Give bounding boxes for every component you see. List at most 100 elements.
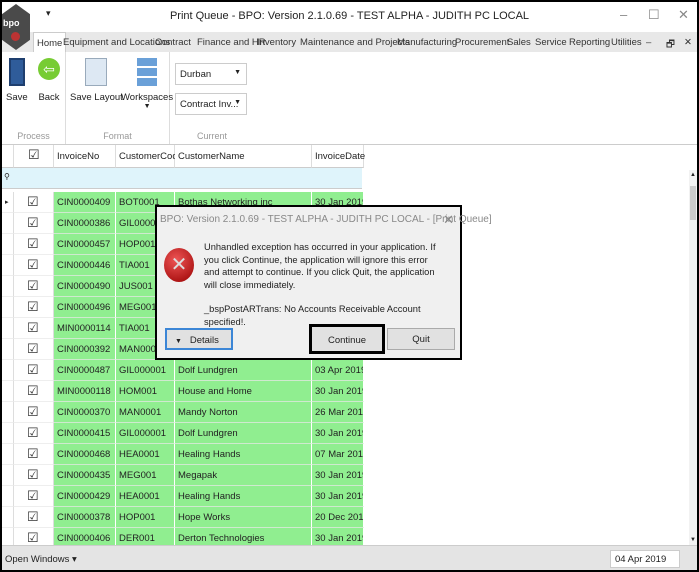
cell-invoice-date: 26 Mar 2018 <box>312 402 364 423</box>
table-row[interactable]: ☑ CIN0000429 HEA0001 Healing Hands 30 Jan 20… <box>2 486 364 507</box>
column-header-invoice-date[interactable]: InvoiceDate <box>312 145 365 168</box>
row-checkbox[interactable]: ☑ <box>14 255 54 276</box>
details-label: Details <box>189 335 219 346</box>
dialog-message: Unhandled exception has occurred in your… <box>204 241 444 328</box>
view-dropdown[interactable]: Contract Inv... ▼ <box>175 93 247 115</box>
workspaces-button[interactable]: Workspaces ▼ <box>121 58 173 110</box>
continue-label: Continue <box>327 335 367 346</box>
table-row[interactable]: ☑ CIN0000370 MAN0001 Mandy Norton 26 Mar 201… <box>2 402 364 423</box>
table-row[interactable]: ☑ CIN0000415 GIL000001 Dolf Lundgren 30 Jan … <box>2 423 364 444</box>
cell-customer-name: Hope Works <box>175 507 312 528</box>
ribbon-close[interactable]: ✕ <box>684 37 692 48</box>
row-indicator <box>2 402 14 423</box>
cell-customer-name: Mandy Norton <box>175 402 312 423</box>
cell-customer-code: GIL000001 <box>116 423 175 444</box>
row-checkbox[interactable]: ☑ <box>14 192 54 213</box>
vertical-scrollbar[interactable]: ▲ ▼ <box>689 170 697 545</box>
quick-access-menu[interactable]: ▾ <box>46 8 51 19</box>
tab-sales[interactable]: Sales <box>507 37 531 48</box>
dialog-close-button[interactable]: ✕ <box>443 212 454 228</box>
tab-inventory[interactable]: Inventory <box>257 37 296 48</box>
maximize-button[interactable]: ☐ <box>648 7 660 23</box>
error-dialog: BPO: Version 2.1.0.69 - TEST ALPHA - JUD… <box>155 205 492 360</box>
filter-icon: ⚲ <box>4 172 10 181</box>
row-indicator <box>2 234 14 255</box>
row-checkbox[interactable]: ☑ <box>14 213 54 234</box>
ribbon-restore[interactable]: 🗗 <box>666 37 675 53</box>
cell-invoice-no: MIN0000118 <box>54 381 116 402</box>
row-indicator <box>2 486 14 507</box>
tab-procurement[interactable]: Procurement <box>455 37 509 48</box>
chevron-down-icon: ▼ <box>234 99 241 106</box>
dialog-title: BPO: Version 2.1.0.69 - TEST ALPHA - JUD… <box>160 214 492 225</box>
title-bar: Print Queue - BPO: Version 2.1.0.69 - TE… <box>2 2 697 32</box>
window-title: Print Queue - BPO: Version 2.1.0.69 - TE… <box>169 10 530 22</box>
ribbon-minimize[interactable]: – <box>646 37 651 48</box>
save-label: Save <box>6 92 28 103</box>
table-row[interactable]: ☑ CIN0000487 GIL000001 Dolf Lundgren 03 Apr … <box>2 360 364 381</box>
location-dropdown[interactable]: Durban ▼ <box>175 63 247 85</box>
cell-invoice-no: CIN0000378 <box>54 507 116 528</box>
row-checkbox[interactable]: ☑ <box>14 444 54 465</box>
save-layout-icon <box>85 58 108 86</box>
save-layout-button[interactable]: Save Layout <box>70 58 123 103</box>
column-header-invoice-no[interactable]: InvoiceNo <box>54 145 116 168</box>
tab-reporting[interactable]: Reporting <box>569 37 610 48</box>
row-checkbox[interactable]: ☑ <box>14 360 54 381</box>
row-checkbox[interactable]: ☑ <box>14 402 54 423</box>
cell-invoice-no: CIN0000457 <box>54 234 116 255</box>
row-checkbox[interactable]: ☑ <box>14 507 54 528</box>
table-row[interactable]: ☑ MIN0000118 HOM001 House and Home 30 Jan 20… <box>2 381 364 402</box>
cell-invoice-no: CIN0000409 <box>54 192 116 213</box>
tab-manufacturing[interactable]: Manufacturing <box>397 37 457 48</box>
cell-customer-name: Healing Hands <box>175 444 312 465</box>
cell-invoice-no: CIN0000446 <box>54 255 116 276</box>
row-checkbox[interactable]: ☑ <box>14 297 54 318</box>
error-message: Unhandled exception has occurred in your… <box>204 242 436 290</box>
row-checkbox[interactable]: ☑ <box>14 381 54 402</box>
tab-contract[interactable]: Contract <box>155 37 191 48</box>
quit-button[interactable]: Quit <box>387 328 455 350</box>
table-row[interactable]: ☑ CIN0000435 MEG001 Megapak 30 Jan 2019 <box>2 465 364 486</box>
row-checkbox[interactable]: ☑ <box>14 318 54 339</box>
row-checkbox[interactable]: ☑ <box>14 486 54 507</box>
status-bar: Open Windows ▾ 04 Apr 2019 <box>2 545 697 570</box>
details-button[interactable]: ▼ Details <box>165 328 233 350</box>
continue-button[interactable]: Continue <box>309 324 385 354</box>
tab-finance-and-hr[interactable]: Finance and HR <box>197 37 266 48</box>
row-checkbox[interactable]: ☑ <box>14 423 54 444</box>
table-row[interactable]: ☑ CIN0000378 HOP001 Hope Works 20 Dec 2018 <box>2 507 364 528</box>
row-checkbox[interactable]: ☑ <box>14 276 54 297</box>
error-icon: ✕ <box>164 248 194 282</box>
select-all-checkbox[interactable]: ☑ <box>14 145 54 168</box>
row-checkbox[interactable]: ☑ <box>14 465 54 486</box>
filter-row[interactable]: ⚲ <box>2 168 362 189</box>
cell-invoice-no: CIN0000392 <box>54 339 116 360</box>
cell-customer-name: Dolf Lundgren <box>175 360 312 381</box>
workspaces-label: Workspaces <box>121 92 174 103</box>
cell-invoice-date: 30 Jan 2019 <box>312 381 364 402</box>
table-row[interactable]: ☑ CIN0000468 HEA0001 Healing Hands 07 Mar 20… <box>2 444 364 465</box>
group-label: Current <box>196 131 227 141</box>
tab-home[interactable]: Home <box>33 32 67 53</box>
minimize-button[interactable]: – <box>620 7 627 22</box>
row-indicator <box>2 381 14 402</box>
back-button[interactable]: ⇦ Back <box>38 58 60 103</box>
row-checkbox[interactable]: ☑ <box>14 234 54 255</box>
open-windows-button[interactable]: Open Windows ▾ <box>5 554 77 565</box>
save-button[interactable]: Save <box>6 58 28 103</box>
group-label: Format <box>103 131 132 141</box>
cell-invoice-no: CIN0000370 <box>54 402 116 423</box>
cell-invoice-no: CIN0000435 <box>54 465 116 486</box>
date-picker[interactable]: 04 Apr 2019 <box>610 550 680 568</box>
tab-utilities[interactable]: Utilities <box>611 37 642 48</box>
tab-service[interactable]: Service <box>535 37 567 48</box>
column-header-customer-name[interactable]: CustomerName <box>175 145 312 168</box>
cell-invoice-no: CIN0000496 <box>54 297 116 318</box>
cell-invoice-no: CIN0000468 <box>54 444 116 465</box>
column-header-customer-code[interactable]: CustomerCode <box>116 145 183 168</box>
tab-maintenance-and-projects[interactable]: Maintenance and Projects <box>300 37 410 48</box>
row-checkbox[interactable]: ☑ <box>14 339 54 360</box>
close-button[interactable]: ✕ <box>678 7 689 23</box>
row-indicator <box>2 465 14 486</box>
